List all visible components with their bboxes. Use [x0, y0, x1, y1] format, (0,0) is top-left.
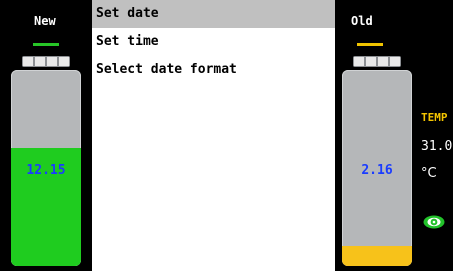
new-battery-value: 12.15	[26, 163, 66, 178]
temperature-unit: °C	[421, 166, 437, 181]
menu-item-set-time[interactable]: Set time	[92, 28, 335, 56]
new-battery-indicator-line	[33, 43, 59, 46]
left-battery-panel: New 12.15	[0, 0, 92, 271]
new-battery-cap	[22, 56, 70, 67]
menu-item-select-date-format[interactable]: Select date format	[92, 56, 335, 84]
old-battery-indicator-line	[357, 43, 383, 46]
right-battery-panel: Old 2.16 TEMP 31.0 °C	[335, 0, 453, 271]
old-battery-value: 2.16	[361, 163, 393, 178]
temperature-value: 31.0	[421, 139, 453, 154]
temperature-label: TEMP	[421, 111, 448, 124]
settings-menu: Set date Set time Select date format	[92, 0, 335, 271]
old-battery-title: Old	[351, 14, 373, 28]
old-battery-gauge: 2.16	[342, 70, 412, 266]
old-battery-cap	[353, 56, 401, 67]
menu-item-set-date[interactable]: Set date	[92, 0, 335, 28]
new-battery-gauge: 12.15	[11, 70, 81, 266]
old-battery-level-fill	[342, 246, 412, 266]
new-battery-title: New	[34, 14, 56, 28]
eye-icon	[423, 215, 445, 229]
